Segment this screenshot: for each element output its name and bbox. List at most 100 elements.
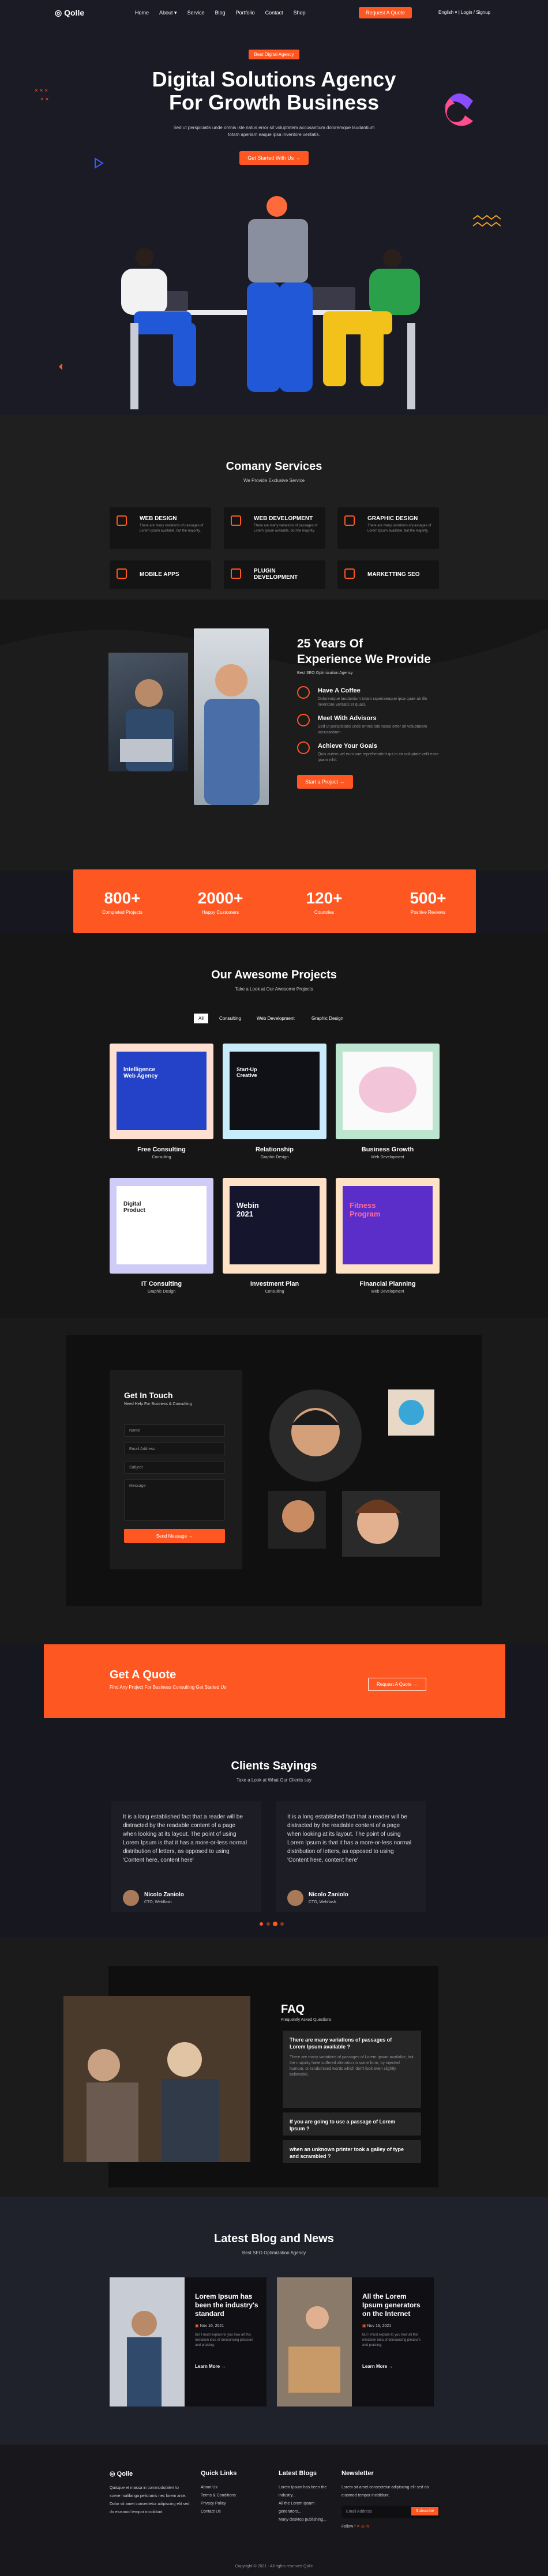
footer-blog-link[interactable]: Lorem Ipsum has been the industry... [279,2484,336,2500]
service-card-mobile-apps[interactable]: MOBILE APPS [110,560,211,589]
service-card-graphic-design[interactable]: GRAPHIC DESIGN There are many variations … [337,507,439,549]
copyright: Copyright © 2021 - All rights reserved Q… [235,2564,313,2569]
project-card-it-consulting[interactable]: Digital Product [110,1178,213,1274]
blog-image [277,2277,352,2406]
svg-text:× × ×: × × × [35,88,48,94]
stats-bar: 800+ Completed Projects 2000+ Happy Custom… [73,869,476,933]
footer-link[interactable]: About Us [201,2484,237,2492]
carousel-dots[interactable] [258,1921,290,1927]
project-card-financial-planning[interactable]: Fitness Program [336,1178,440,1274]
newsletter-email-input[interactable]: Email Address [346,2510,372,2514]
contact-subtitle: Need Help For Business & Consulting [124,1402,192,1406]
calendar-icon: ▣ [195,2324,200,2328]
blog-card[interactable]: Lorem Ipsum has been the industry's stan… [110,2277,267,2406]
project-caption: Free Consulting Consulting [137,1146,186,1159]
projects-title: Our Awesome Projects [211,969,337,981]
learn-more-link[interactable]: Learn More → [195,2364,226,2369]
blog-section: Latest Blog and News Best SEO Optimizati… [0,2197,548,2445]
bookmark-icon [297,686,310,699]
blog-subtitle: Best SEO Optimization Agency [242,2250,306,2255]
project-caption: Business Growth Web Development [361,1146,414,1159]
chart-icon [344,568,355,579]
hero-illustration: × × × × × [35,88,501,409]
tab-all[interactable]: All [194,1014,208,1023]
stat-countries: 120+ Countries [306,889,343,915]
footer-about: ◎ Qolle Quisque et massa in commodo/alert… [110,2470,190,2514]
team-meeting-photo [63,1996,250,2162]
decor-crosses-icon: × × × × × [35,88,49,103]
project-caption: IT Consulting Graphic Design [141,1281,182,1294]
subject-field[interactable]: Subject [124,1461,225,1474]
tab-consulting[interactable]: Consulting [215,1014,246,1023]
man-with-laptop-photo [108,653,188,771]
footer-blog-link[interactable]: All the Lorem Ipsum generators... [279,2500,336,2516]
name-field[interactable]: Name [124,1424,225,1437]
play-shape-icon [95,157,104,169]
stat-positive-reviews: 500+ Positive Reviews [410,889,446,915]
service-card-plugin-development[interactable]: PLUGIN DEVELOPMENT [224,560,325,589]
phone-icon [117,568,127,579]
experience-title: 25 Years Of Experience We Provide [297,637,431,666]
learn-more-link[interactable]: Learn More → [362,2364,393,2369]
faq-subtitle: Frequently Asked Questions [281,2018,332,2022]
footer-latest-blogs: Latest Blogs Lorem Ipsum has been the in… [279,2470,336,2524]
project-card-relationship[interactable]: Start-Up Creative [223,1044,326,1139]
calendar-icon: ▣ [362,2324,367,2328]
project-card-investment-plan[interactable]: Webin 2021 [223,1178,326,1274]
projects-subtitle: Take a Look at Our Awesome Projects [235,986,313,992]
quote-title: Get A Quote [110,1669,177,1681]
tab-graphic-design[interactable]: Graphic Design [307,1014,348,1023]
footer-link[interactable]: Privacy Policy [201,2500,237,2508]
project-card-business-growth[interactable] [336,1044,440,1139]
clients-section: Clients Sayings Take a Look at What Our … [0,1747,548,1937]
project-caption: Financial Planning Web Development [359,1281,416,1294]
blog-title: Latest Blog and News [214,2232,334,2245]
footer [0,2445,548,2576]
send-message-button[interactable]: Send Message → [124,1529,225,1543]
services-section: Comany Services We Provide Exclusive Ser… [0,415,548,600]
service-card-web-development[interactable]: WEB DEVELOPMENT There are many variations… [224,507,325,549]
service-card-marketing-seo[interactable]: MARKETTING SEO [337,560,439,589]
services-title: Comany Services [226,460,322,473]
avatar [123,1890,139,1906]
social-icons[interactable]: f ✕ ◎ in [354,2525,369,2529]
hero-section: ◎ Qolle Home About ▾ Service Blog Portfo… [0,0,548,415]
clients-subtitle: Take a Look at What Our Clients say [237,1777,311,1783]
quote-subtitle: Find Any Project For Business Consulting… [110,1685,227,1690]
smiling-man-photo [194,628,269,805]
project-caption: Relationship Graphic Design [255,1146,294,1159]
code-icon [231,515,241,526]
services-subtitle: We Provide Exclusive Service [243,478,305,483]
footer-newsletter: Newsletter Lorem sit amet consectetur adi… [341,2470,440,2531]
faq-item[interactable]: when an unknown printer took a galley of… [283,2140,421,2163]
plugin-icon [231,568,241,579]
subscribe-button[interactable]: Subscribe [411,2507,438,2515]
avatar [287,1890,303,1906]
faq-item-expanded[interactable]: There are many variations of passages of… [283,2031,421,2108]
decor-zigzag-icon [472,214,501,220]
project-card-free-consulting[interactable]: Intelligence Web Agency [110,1044,213,1139]
experience-subtitle: Best SEO Optimization Agency [297,671,353,675]
experience-section: 25 Years Of Experience We Provide Best SE… [0,600,548,871]
email-field[interactable]: Email Address [124,1443,225,1455]
pen-tool-icon [344,515,355,526]
clients-title: Clients Sayings [231,1760,317,1772]
service-card-web-design[interactable]: WEB DESIGN There are many variations of p… [110,507,211,549]
start-project-button[interactable]: Start a Project → [297,775,353,789]
contact-title: Get In Touch [124,1391,173,1400]
footer-link[interactable]: Terms & Conditions [201,2492,237,2500]
faq-title: FAQ [281,2003,305,2016]
quote-banner: Get A Quote Find Any Project For Busines… [44,1644,505,1718]
footer-logo[interactable]: ◎ Qolle [110,2470,190,2477]
stat-happy-customers: 2000+ Happy Customers [197,889,243,915]
faq-item[interactable]: If you are going to use a passage of Lor… [283,2112,421,2136]
footer-blog-link[interactable]: Many desktop publishing... [279,2516,336,2524]
svg-text:× ×: × × [40,96,49,103]
footer-link[interactable]: Contact Us [201,2508,237,2516]
user-icon [297,714,310,726]
team-faces-collage [268,1389,440,1557]
message-field[interactable]: Message [124,1479,225,1521]
quote-request-button[interactable]: Request A Quote → [368,1678,426,1691]
tab-web-development[interactable]: Web Development [252,1014,299,1023]
blog-card[interactable]: All the Lorem Ipsum generators on the In… [277,2277,434,2406]
